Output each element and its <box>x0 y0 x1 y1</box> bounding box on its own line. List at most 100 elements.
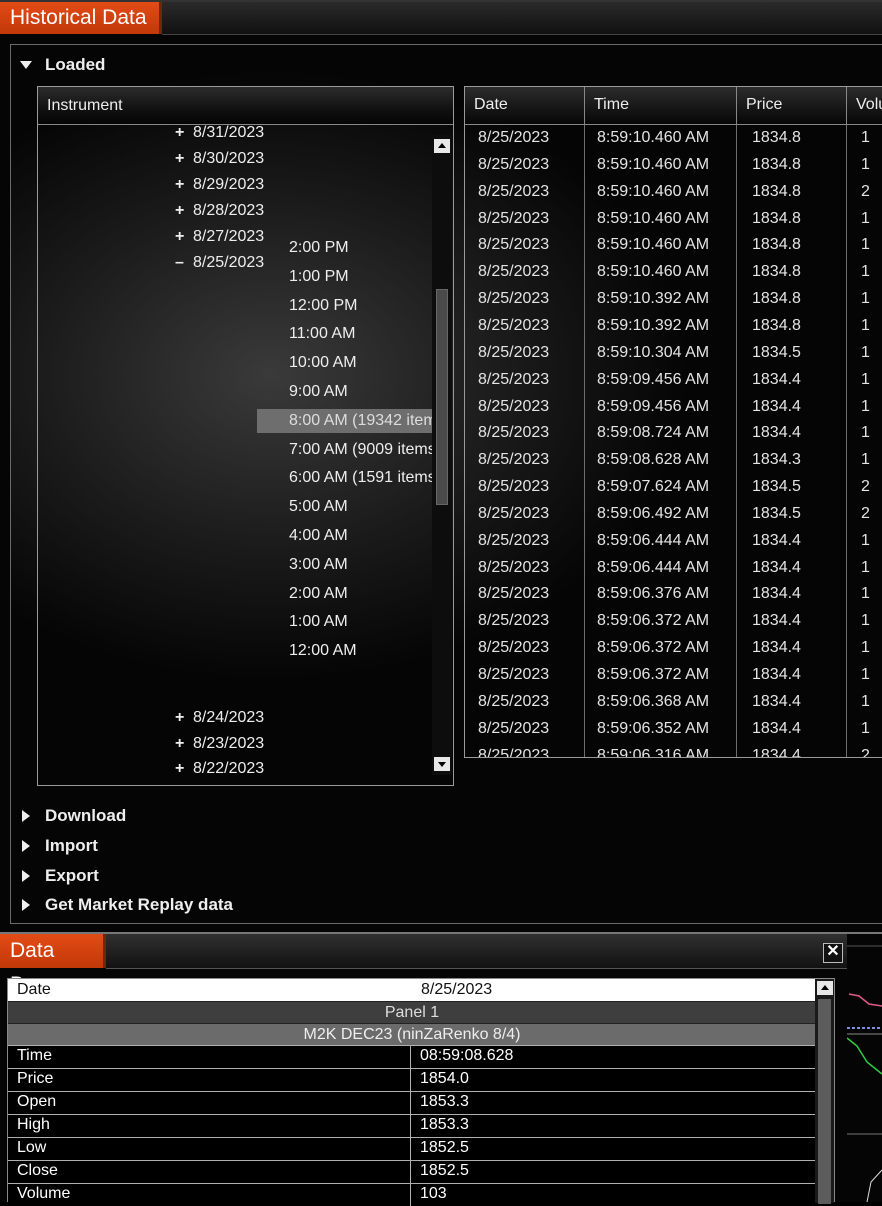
tree-hour-node[interactable]: 8:00 AM (19342 items) <box>257 408 433 433</box>
tree-date-node[interactable]: +8/30/2023 <box>175 147 264 171</box>
table-row[interactable]: 8/25/2023 8:59:10.460 AM 1834.8 1 <box>465 125 882 151</box>
tree-hour-node[interactable]: 4:00 AM <box>251 524 348 548</box>
table-row[interactable]: 8/25/2023 8:59:06.352 AM 1834.4 1 <box>465 715 882 742</box>
table-row[interactable]: 8/25/2023 8:59:06.444 AM 1834.4 1 <box>465 554 882 581</box>
table-row[interactable]: 8/25/2023 8:59:07.624 AM 1834.5 2 <box>465 473 882 500</box>
expand-plus-icon[interactable]: + <box>175 173 193 197</box>
table-row[interactable]: 8/25/2023 8:59:06.372 AM 1834.4 1 <box>465 661 882 688</box>
data-box-table: Date 8/25/2023 Panel 1 M2K DEC23 (ninZaR… <box>8 979 816 1206</box>
tree-date-node[interactable]: +8/23/2023 <box>175 732 264 756</box>
tree-hour-node[interactable]: 1:00 PM <box>251 265 349 289</box>
table-row[interactable]: 8/25/2023 8:59:06.376 AM 1834.4 1 <box>465 580 882 607</box>
title-bar[interactable] <box>162 2 882 35</box>
tree-hour-node[interactable]: 2:00 PM <box>251 236 349 260</box>
scroll-thumb[interactable] <box>436 289 448 505</box>
market-replay-section-header[interactable]: Get Market Replay data <box>20 895 233 915</box>
cell-date: 8/25/2023 <box>478 424 550 442</box>
instrument-tree-body: +8/31/2023 +8/30/2023 +8/29/2023 +8/28/2023… <box>38 125 433 785</box>
table-row[interactable]: 8/25/2023 8:59:10.460 AM 1834.8 1 <box>465 205 882 232</box>
table-row[interactable]: 8/25/2023 8:59:10.304 AM 1834.5 1 <box>465 339 882 366</box>
data-box-title-bar[interactable]: ✕ <box>106 934 847 969</box>
data-box-value: 1852.5 <box>420 1162 469 1179</box>
table-row[interactable]: 8/25/2023 8:59:08.628 AM 1834.3 1 <box>465 446 882 473</box>
import-section-header[interactable]: Import <box>20 836 98 856</box>
scroll-up-button[interactable] <box>434 139 450 153</box>
data-box-value: 1852.5 <box>420 1139 469 1156</box>
collapse-minus-icon[interactable]: – <box>175 251 193 275</box>
column-header-price[interactable]: Price <box>737 87 847 125</box>
tree-hour-node[interactable]: 7:00 AM (9009 items) <box>251 438 433 462</box>
cell-divider <box>410 1138 411 1160</box>
historical-data-title-tab[interactable]: Historical Data <box>0 2 162 34</box>
table-row[interactable]: 8/25/2023 8:59:06.492 AM 1834.5 2 <box>465 500 882 527</box>
expand-plus-icon[interactable]: + <box>175 125 193 145</box>
expand-plus-icon[interactable]: + <box>175 147 193 171</box>
cell-date: 8/25/2023 <box>478 451 550 469</box>
cell-volume: 1 <box>861 236 870 254</box>
table-row[interactable]: 8/25/2023 8:59:10.460 AM 1834.8 2 <box>465 178 882 205</box>
cell-date: 8/25/2023 <box>478 263 550 281</box>
column-header-date[interactable]: Date <box>465 87 585 125</box>
cell-time: 8:59:07.624 AM <box>597 478 710 496</box>
table-row[interactable]: 8/25/2023 8:59:06.444 AM 1834.4 1 <box>465 527 882 554</box>
tree-date-node[interactable]: +8/31/2023 <box>175 125 264 145</box>
tree-node-label: 2:00 AM <box>289 584 348 602</box>
column-header-volume[interactable]: Volu <box>847 87 882 125</box>
cell-price: 1834.8 <box>752 155 801 173</box>
export-section-header[interactable]: Export <box>20 866 99 886</box>
column-header-time[interactable]: Time <box>585 87 737 125</box>
tree-hour-node[interactable]: 6:00 AM (1591 items) <box>251 466 433 490</box>
tree-date-node[interactable]: +8/28/2023 <box>175 199 264 223</box>
instrument-column-header[interactable]: Instrument <box>38 87 453 125</box>
table-row[interactable]: 8/25/2023 8:59:10.460 AM 1834.8 1 <box>465 258 882 285</box>
table-row[interactable]: 8/25/2023 8:59:08.724 AM 1834.4 1 <box>465 419 882 446</box>
cell-time: 8:59:10.392 AM <box>597 290 710 308</box>
table-row[interactable]: 8/25/2023 8:59:06.316 AM 1834.4 2 <box>465 742 882 757</box>
instrument-tree: Instrument +8/31/2023 +8/30/2023 +8/29/202… <box>37 86 454 786</box>
data-box-title-tab[interactable]: Data Box <box>0 934 106 996</box>
expand-plus-icon[interactable]: + <box>175 225 193 249</box>
scroll-thumb[interactable] <box>818 999 831 1204</box>
tree-date-node[interactable]: +8/29/2023 <box>175 173 264 197</box>
scroll-down-button[interactable] <box>434 757 450 771</box>
tree-hour-node[interactable]: 1:00 AM <box>251 610 348 634</box>
data-box-scrollbar[interactable] <box>815 979 834 1204</box>
tree-date-node[interactable]: +8/22/2023 <box>175 757 264 781</box>
cell-volume: 1 <box>861 719 870 737</box>
cell-date: 8/25/2023 <box>478 531 550 549</box>
tree-hour-node[interactable]: 3:00 AM <box>251 553 348 577</box>
table-row[interactable]: 8/25/2023 8:59:09.456 AM 1834.4 1 <box>465 366 882 393</box>
tree-scrollbar[interactable] <box>432 135 452 775</box>
tree-date-node[interactable]: +8/24/2023 <box>175 706 264 730</box>
tree-hour-node[interactable]: 2:00 AM <box>251 582 348 606</box>
expand-plus-icon[interactable]: + <box>175 757 193 781</box>
expand-plus-icon[interactable]: + <box>175 732 193 756</box>
expand-right-icon <box>22 840 30 852</box>
tree-hour-node[interactable]: 10:00 AM <box>251 351 357 375</box>
loaded-section-header[interactable]: Loaded <box>20 55 105 75</box>
download-section-header[interactable]: Download <box>20 806 126 826</box>
table-row[interactable]: 8/25/2023 8:59:06.368 AM 1834.4 1 <box>465 688 882 715</box>
table-row[interactable]: 8/25/2023 8:59:06.372 AM 1834.4 1 <box>465 634 882 661</box>
expand-plus-icon[interactable]: + <box>175 706 193 730</box>
table-row[interactable]: 8/25/2023 8:59:10.460 AM 1834.8 1 <box>465 231 882 258</box>
table-row[interactable]: 8/25/2023 8:59:10.392 AM 1834.8 1 <box>465 285 882 312</box>
tree-hour-node[interactable]: 11:00 AM <box>251 322 355 346</box>
scroll-up-button[interactable] <box>817 981 833 995</box>
table-row[interactable]: 8/25/2023 8:59:10.392 AM 1834.8 1 <box>465 312 882 339</box>
expand-plus-icon[interactable]: + <box>175 199 193 223</box>
tree-hour-node[interactable]: 12:00 AM <box>251 639 357 663</box>
table-row[interactable]: 8/25/2023 8:59:10.460 AM 1834.8 1 <box>465 151 882 178</box>
tree-node-label: 1:00 AM <box>289 613 348 631</box>
cell-time: 8:59:10.460 AM <box>597 155 710 173</box>
historical-data-window: Historical Data Loaded Instrument +8/31/… <box>0 0 882 932</box>
tree-node-label: 10:00 AM <box>289 354 357 372</box>
table-row[interactable]: 8/25/2023 8:59:06.372 AM 1834.4 1 <box>465 607 882 634</box>
cell-time: 8:59:10.460 AM <box>597 236 710 254</box>
close-icon[interactable]: ✕ <box>823 943 843 963</box>
tree-hour-node[interactable]: 12:00 PM <box>251 294 357 318</box>
table-row[interactable]: 8/25/2023 8:59:09.456 AM 1834.4 1 <box>465 393 882 420</box>
tree-hour-node[interactable]: 9:00 AM <box>251 380 348 404</box>
cell-time: 8:59:09.456 AM <box>597 397 710 415</box>
tree-hour-node[interactable]: 5:00 AM <box>251 495 348 519</box>
